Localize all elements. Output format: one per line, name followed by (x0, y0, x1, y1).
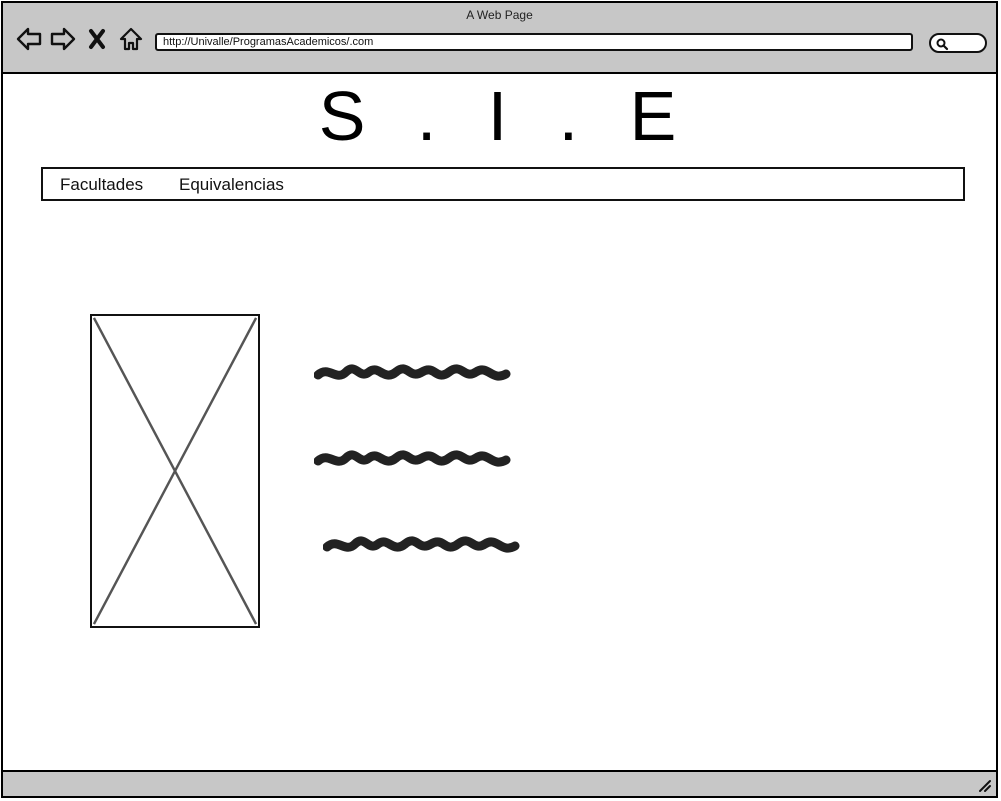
home-icon[interactable] (117, 25, 145, 53)
menu-item-equivalencias[interactable]: Equivalencias (179, 175, 284, 195)
window-title: A Web Page (466, 8, 533, 22)
back-arrow-icon[interactable] (15, 25, 43, 53)
search-icon (936, 38, 949, 51)
image-placeholder (90, 314, 260, 628)
main-menu: Facultades Equivalencias (41, 167, 965, 201)
logo-letter: . (416, 77, 441, 155)
logo-letter: I (487, 77, 512, 155)
forward-arrow-icon[interactable] (49, 25, 77, 53)
close-x-icon[interactable] (83, 25, 111, 53)
site-logo: S . I . E (3, 76, 996, 156)
page-content: S . I . E Facultades Equivalencias (3, 74, 996, 774)
menu-item-facultades[interactable]: Facultades (60, 175, 143, 195)
navigation-buttons (15, 25, 145, 53)
address-bar[interactable]: http://Univalle/ProgramasAcademicos/.com (155, 33, 913, 51)
logo-letter: E (629, 77, 681, 155)
resize-grip-icon[interactable] (976, 777, 992, 793)
text-placeholder-scribble (314, 450, 511, 467)
logo-letter: S (318, 77, 370, 155)
text-placeholder-scribble (323, 536, 520, 553)
text-placeholder-scribble (314, 364, 511, 381)
url-text: http://Univalle/ProgramasAcademicos/.com (163, 36, 374, 48)
browser-titlebar: A Web Page http://Univalle/ProgramasAcad… (3, 3, 996, 74)
browser-window: A Web Page http://Univalle/ProgramasAcad… (1, 1, 998, 798)
search-box[interactable] (929, 33, 987, 53)
status-bar (3, 770, 996, 796)
logo-letter: . (558, 77, 583, 155)
